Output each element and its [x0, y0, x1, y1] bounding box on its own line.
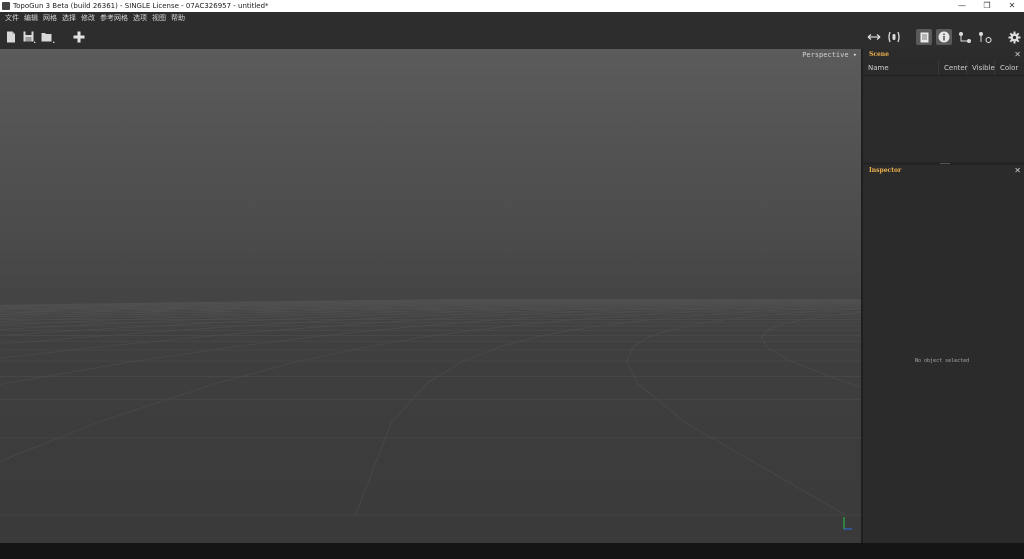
- vertex-link-icon[interactable]: [978, 30, 992, 44]
- no-selection-message: No object selected: [915, 358, 970, 364]
- column-color[interactable]: Color: [995, 61, 1024, 75]
- menu-help[interactable]: 帮助: [171, 12, 185, 25]
- menu-select[interactable]: 选择: [62, 12, 76, 25]
- info-icon[interactable]: [936, 29, 952, 45]
- window-title: TopoGun 3 Beta (build 26361) - SINGLE Li…: [13, 2, 269, 10]
- close-icon[interactable]: ✕: [1014, 49, 1021, 61]
- add-icon[interactable]: [72, 30, 86, 44]
- document-icon[interactable]: [916, 29, 932, 45]
- menu-reference-mesh[interactable]: 参考网格: [100, 12, 128, 25]
- open-folder-icon[interactable]: [41, 30, 55, 44]
- menu-mesh[interactable]: 网格: [43, 12, 57, 25]
- app-icon: [2, 2, 10, 10]
- 3d-viewport[interactable]: Perspective ▾: [0, 49, 861, 543]
- close-icon[interactable]: ✕: [1014, 165, 1021, 177]
- title-bar: TopoGun 3 Beta (build 26361) - SINGLE Li…: [0, 0, 1024, 12]
- scene-panel-title: Scene: [869, 51, 889, 58]
- axis-gizmo-icon: [843, 517, 852, 530]
- close-button[interactable]: ✕: [1000, 0, 1024, 12]
- menu-file[interactable]: 文件: [5, 12, 19, 25]
- maximize-button[interactable]: ❐: [975, 0, 999, 12]
- toolbar: [0, 25, 1024, 49]
- scene-panel-header: Scene ✕: [863, 49, 1024, 61]
- column-center[interactable]: Center: [939, 61, 968, 75]
- column-name[interactable]: Name: [863, 61, 939, 75]
- scene-panel: Scene ✕ Name Center Visible Color: [863, 49, 1024, 162]
- ground-grid: [0, 299, 861, 516]
- save-icon[interactable]: [22, 30, 36, 44]
- inspector-panel: Inspector ✕ No object selected: [863, 165, 1024, 543]
- new-file-icon[interactable]: [4, 30, 18, 44]
- menu-modify[interactable]: 修改: [81, 12, 95, 25]
- vertex-swap-icon[interactable]: [958, 30, 972, 44]
- move-arrows-icon[interactable]: [867, 30, 881, 44]
- brackets-icon[interactable]: [887, 30, 901, 44]
- minimize-button[interactable]: —: [950, 0, 974, 12]
- gear-icon[interactable]: [1007, 30, 1021, 44]
- column-visible[interactable]: Visible: [967, 61, 995, 75]
- menu-edit[interactable]: 编辑: [24, 12, 38, 25]
- scene-table-header: Name Center Visible Color: [863, 61, 1024, 76]
- inspector-panel-header: Inspector ✕: [863, 165, 1024, 177]
- menu-view[interactable]: 视图: [152, 12, 166, 25]
- camera-dropdown[interactable]: Perspective ▾: [802, 51, 857, 59]
- menu-options[interactable]: 选项: [133, 12, 147, 25]
- menu-bar: 文件 编辑 网格 选择 修改 参考网格 选项 视图 帮助: [0, 12, 1024, 25]
- inspector-panel-title: Inspector: [869, 167, 902, 174]
- taskbar: [0, 543, 1024, 559]
